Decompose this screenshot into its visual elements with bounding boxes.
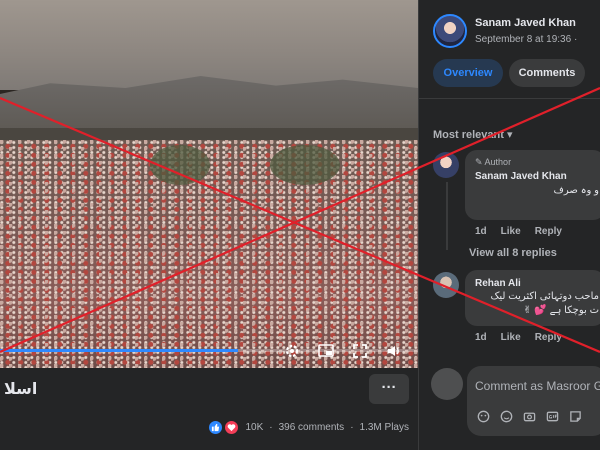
- reaction-count[interactable]: 10K: [245, 422, 263, 433]
- commenter-name[interactable]: Sanam Javed Khan: [475, 171, 567, 182]
- video-title: اسلا: [4, 381, 38, 398]
- like-button[interactable]: Like: [501, 226, 521, 237]
- comment-sort-dropdown[interactable]: Most relevant ▾: [433, 128, 513, 141]
- emoji-icon[interactable]: [498, 408, 514, 424]
- comment-time[interactable]: 1d: [475, 332, 487, 343]
- comments-panel: Sanam Javed Khan September 8 at 19:36 · …: [418, 0, 600, 450]
- view-replies-link[interactable]: View all 8 replies: [469, 247, 557, 259]
- comment-actions: 1d Like Reply: [475, 332, 562, 343]
- current-user-avatar: [431, 368, 463, 400]
- video-frame-crowd: [0, 140, 418, 368]
- reply-button[interactable]: Reply: [535, 332, 562, 343]
- video-frame-trees: [150, 145, 210, 185]
- commenter-avatar[interactable]: [433, 152, 459, 178]
- divider: [419, 98, 600, 99]
- play-count: 1.3M Plays: [359, 422, 409, 433]
- comment-composer[interactable]: Comment as Masroor G: [467, 366, 600, 436]
- volume-icon[interactable]: [384, 341, 404, 361]
- comment-text: و وہ صرف: [553, 185, 599, 196]
- sticker-icon[interactable]: [475, 408, 491, 424]
- more-options-button[interactable]: ···: [369, 374, 409, 404]
- author-badge: ✎ Author: [475, 157, 512, 167]
- commenter-name[interactable]: Rehan Ali: [475, 278, 521, 289]
- reply-button[interactable]: Reply: [535, 226, 562, 237]
- comment-text: ماحب دوتہائی اکثریت لیک: [490, 291, 599, 302]
- commenter-avatar[interactable]: [433, 272, 459, 298]
- settings-icon[interactable]: [282, 341, 302, 361]
- love-reaction-icon: [224, 420, 240, 435]
- video-frame-sky: [0, 0, 418, 90]
- comment-time[interactable]: 1d: [475, 226, 487, 237]
- comment-text: ت بوچکا ہے 💕 ✌: [523, 305, 599, 316]
- comment-input-placeholder[interactable]: Comment as Masroor G: [475, 379, 600, 393]
- tab-comments[interactable]: Comments: [509, 59, 585, 87]
- stamp-icon[interactable]: [567, 408, 583, 424]
- like-button[interactable]: Like: [501, 332, 521, 343]
- dot-separator: ·: [269, 422, 273, 433]
- fullscreen-icon[interactable]: [350, 341, 370, 361]
- video-player[interactable]: [0, 0, 418, 368]
- comment-actions: 1d Like Reply: [475, 226, 562, 237]
- video-controls: [282, 341, 404, 361]
- video-progress-fill: [0, 349, 239, 352]
- comment-count[interactable]: 396 comments: [279, 422, 345, 433]
- video-info-bar: [0, 368, 418, 450]
- dot-separator: ·: [350, 422, 354, 433]
- gif-icon[interactable]: [544, 408, 560, 424]
- composer-icons: [475, 408, 583, 424]
- camera-icon[interactable]: [521, 408, 537, 424]
- picture-in-picture-icon[interactable]: [316, 341, 336, 361]
- video-pane: اسلا ··· 10K · 396 comments · 1.3M Plays: [0, 0, 418, 450]
- post-date[interactable]: September 8 at 19:36 ·: [475, 34, 577, 45]
- reply-thread-line: [446, 182, 448, 250]
- like-reaction-icon: [208, 420, 224, 435]
- comment-bubble: ✎ Author Sanam Javed Khan و وہ صرف: [465, 150, 600, 220]
- poster-avatar[interactable]: [433, 14, 467, 48]
- poster-name[interactable]: Sanam Javed Khan: [475, 17, 576, 29]
- tab-overview[interactable]: Overview: [433, 59, 503, 87]
- video-frame-trees: [270, 145, 340, 185]
- engagement-stats: 10K · 396 comments · 1.3M Plays: [208, 420, 409, 435]
- comment-bubble: Rehan Ali ماحب دوتہائی اکثریت لیک ت بوچک…: [465, 270, 600, 326]
